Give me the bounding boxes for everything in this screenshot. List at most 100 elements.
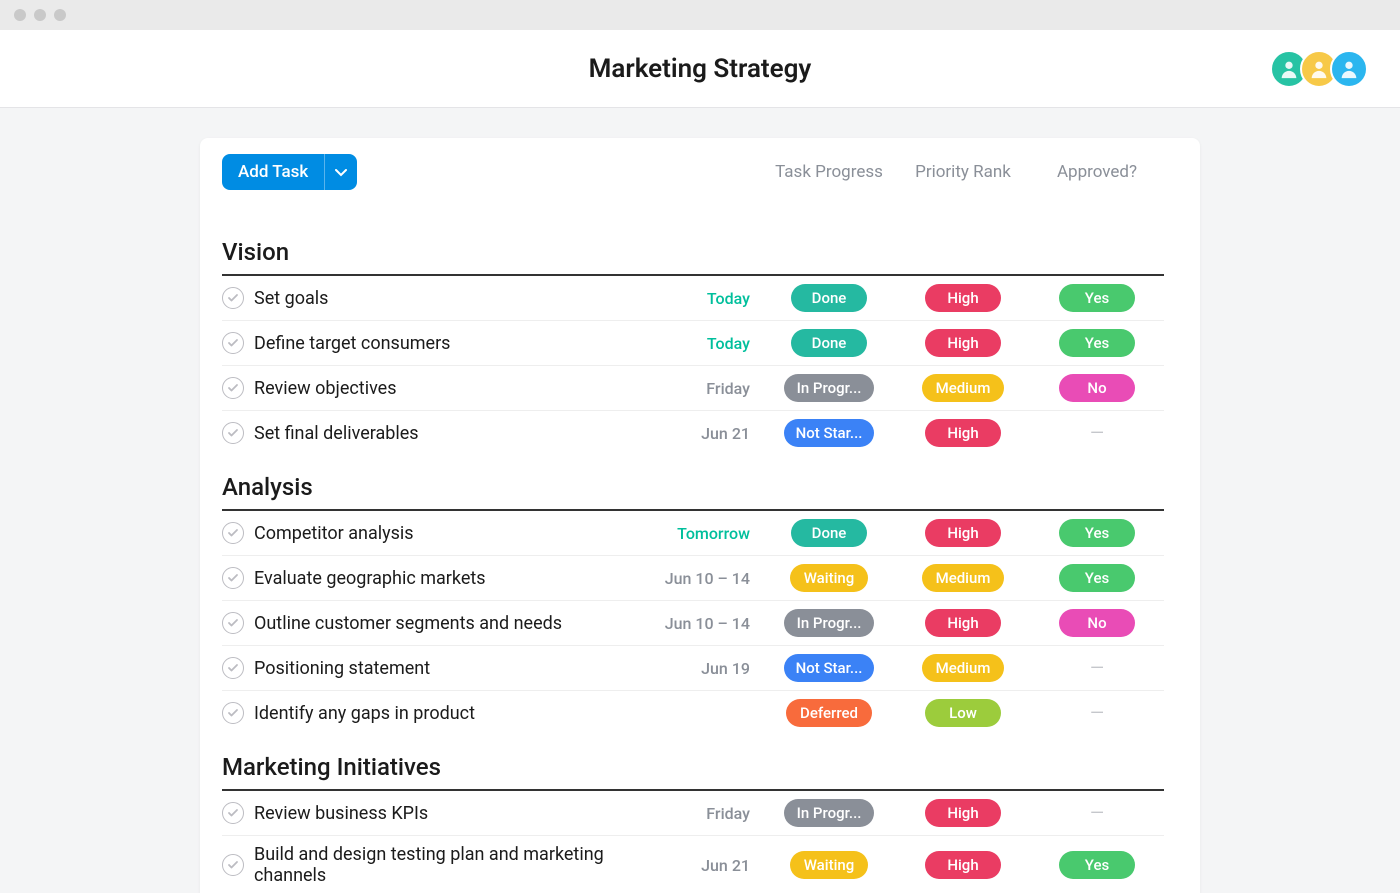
add-task-dropdown[interactable]: [324, 154, 357, 190]
task-approved-pill-cell[interactable]: No: [1030, 374, 1164, 402]
task-priority-pill[interactable]: Medium: [922, 654, 1005, 682]
add-task-label[interactable]: Add Task: [222, 154, 324, 190]
task-progress-pill-cell[interactable]: Waiting: [762, 564, 896, 592]
task-priority-pill-cell[interactable]: High: [896, 519, 1030, 547]
complete-checkbox[interactable]: [222, 702, 244, 724]
task-priority-pill[interactable]: Low: [925, 699, 1001, 727]
task-row[interactable]: Review business KPIsFridayIn Progr... Hig…: [222, 791, 1164, 836]
task-progress-pill[interactable]: Not Star...: [784, 419, 874, 447]
task-priority-pill-cell[interactable]: Low: [896, 699, 1030, 727]
task-priority-pill-cell[interactable]: High: [896, 799, 1030, 827]
task-name[interactable]: Evaluate geographic markets: [254, 568, 652, 589]
task-due-date[interactable]: Friday: [652, 379, 762, 398]
task-progress-pill[interactable]: Not Star...: [784, 654, 874, 682]
task-row[interactable]: Identify any gaps in productDeferredLow—: [222, 691, 1164, 735]
task-approved-pill-cell[interactable]: Yes: [1030, 564, 1164, 592]
task-priority-pill-cell[interactable]: High: [896, 284, 1030, 312]
task-progress-pill-cell[interactable]: Waiting: [762, 851, 896, 879]
task-priority-pill-cell[interactable]: High: [896, 851, 1030, 879]
task-priority-pill-cell[interactable]: Medium: [896, 374, 1030, 402]
task-approved-pill[interactable]: Yes: [1059, 284, 1135, 312]
task-priority-pill-cell[interactable]: High: [896, 609, 1030, 637]
section-title[interactable]: Analysis: [222, 455, 1164, 511]
task-approved-pill[interactable]: Yes: [1059, 519, 1135, 547]
task-name[interactable]: Competitor analysis: [254, 523, 652, 544]
task-name[interactable]: Set goals: [254, 288, 652, 309]
task-progress-pill-cell[interactable]: In Progr...: [762, 374, 896, 402]
task-due-date[interactable]: Tomorrow: [652, 524, 762, 543]
task-approved-pill-cell[interactable]: Yes: [1030, 851, 1164, 879]
task-progress-pill[interactable]: In Progr...: [784, 609, 874, 637]
task-progress-pill[interactable]: Done: [791, 284, 867, 312]
task-name[interactable]: Review objectives: [254, 378, 652, 399]
task-name[interactable]: Outline customer segments and needs: [254, 613, 652, 634]
task-priority-pill[interactable]: High: [925, 419, 1001, 447]
task-progress-pill-cell[interactable]: Done: [762, 519, 896, 547]
task-due-date[interactable]: Jun 19: [652, 659, 762, 678]
column-header-priority[interactable]: Priority Rank: [896, 162, 1030, 182]
task-approved-pill-cell[interactable]: Yes: [1030, 329, 1164, 357]
task-row[interactable]: Define target consumersToday Done High Yes: [222, 321, 1164, 366]
task-priority-pill-cell[interactable]: High: [896, 419, 1030, 447]
task-priority-pill[interactable]: High: [925, 329, 1001, 357]
task-approved-pill[interactable]: Yes: [1059, 564, 1135, 592]
task-progress-pill[interactable]: Waiting: [790, 851, 869, 879]
task-approved-pill-cell[interactable]: —: [1030, 803, 1164, 824]
complete-checkbox[interactable]: [222, 332, 244, 354]
task-approved-pill[interactable]: Yes: [1059, 851, 1135, 879]
complete-checkbox[interactable]: [222, 377, 244, 399]
complete-checkbox[interactable]: [222, 287, 244, 309]
task-priority-pill[interactable]: High: [925, 519, 1001, 547]
task-name[interactable]: Build and design testing plan and market…: [254, 844, 652, 886]
task-progress-pill-cell[interactable]: Done: [762, 329, 896, 357]
task-progress-pill-cell[interactable]: Not Star...: [762, 419, 896, 447]
task-due-date[interactable]: Jun 10 – 14: [652, 569, 762, 588]
task-approved-pill-cell[interactable]: —: [1030, 658, 1164, 679]
task-progress-pill[interactable]: Done: [791, 519, 867, 547]
complete-checkbox[interactable]: [222, 612, 244, 634]
complete-checkbox[interactable]: [222, 854, 244, 876]
task-row[interactable]: Review objectivesFridayIn Progr... Medium…: [222, 366, 1164, 411]
task-row[interactable]: Outline customer segments and needsJun 1…: [222, 601, 1164, 646]
task-row[interactable]: Competitor analysisTomorrow Done High Yes: [222, 511, 1164, 556]
task-progress-pill-cell[interactable]: In Progr...: [762, 609, 896, 637]
task-approved-pill[interactable]: No: [1059, 374, 1135, 402]
task-name[interactable]: Positioning statement: [254, 658, 652, 679]
task-progress-pill-cell[interactable]: Done: [762, 284, 896, 312]
task-priority-pill[interactable]: Medium: [922, 564, 1005, 592]
task-row[interactable]: Evaluate geographic marketsJun 10 – 14 Wa…: [222, 556, 1164, 601]
task-approved-pill-cell[interactable]: Yes: [1030, 519, 1164, 547]
section-title[interactable]: Marketing Initiatives: [222, 735, 1164, 791]
task-progress-pill[interactable]: Deferred: [786, 699, 872, 727]
task-due-date[interactable]: Today: [652, 334, 762, 353]
task-row[interactable]: Build and design testing plan and market…: [222, 836, 1164, 893]
task-approved-pill[interactable]: No: [1059, 609, 1135, 637]
task-progress-pill[interactable]: Done: [791, 329, 867, 357]
task-priority-pill[interactable]: High: [925, 284, 1001, 312]
complete-checkbox[interactable]: [222, 422, 244, 444]
complete-checkbox[interactable]: [222, 522, 244, 544]
task-row[interactable]: Set final deliverablesJun 21Not Star...H…: [222, 411, 1164, 455]
task-priority-pill[interactable]: Medium: [922, 374, 1005, 402]
task-approved-pill-cell[interactable]: —: [1030, 423, 1164, 444]
section-title[interactable]: Vision: [222, 220, 1164, 276]
task-name[interactable]: Define target consumers: [254, 333, 652, 354]
task-due-date[interactable]: Jun 10 – 14: [652, 614, 762, 633]
task-priority-pill-cell[interactable]: Medium: [896, 564, 1030, 592]
task-name[interactable]: Review business KPIs: [254, 803, 652, 824]
collaborator-avatars[interactable]: [1278, 50, 1368, 88]
task-progress-pill-cell[interactable]: Not Star...: [762, 654, 896, 682]
column-header-progress[interactable]: Task Progress: [762, 162, 896, 182]
task-progress-pill-cell[interactable]: In Progr...: [762, 799, 896, 827]
task-priority-pill-cell[interactable]: High: [896, 329, 1030, 357]
task-progress-pill[interactable]: Waiting: [790, 564, 869, 592]
avatar[interactable]: [1330, 50, 1368, 88]
task-priority-pill[interactable]: High: [925, 799, 1001, 827]
task-progress-pill-cell[interactable]: Deferred: [762, 699, 896, 727]
task-name[interactable]: Identify any gaps in product: [254, 703, 652, 724]
task-due-date[interactable]: Today: [652, 289, 762, 308]
task-approved-pill-cell[interactable]: Yes: [1030, 284, 1164, 312]
complete-checkbox[interactable]: [222, 657, 244, 679]
task-row[interactable]: Set goalsToday Done High Yes: [222, 276, 1164, 321]
task-due-date[interactable]: Friday: [652, 804, 762, 823]
